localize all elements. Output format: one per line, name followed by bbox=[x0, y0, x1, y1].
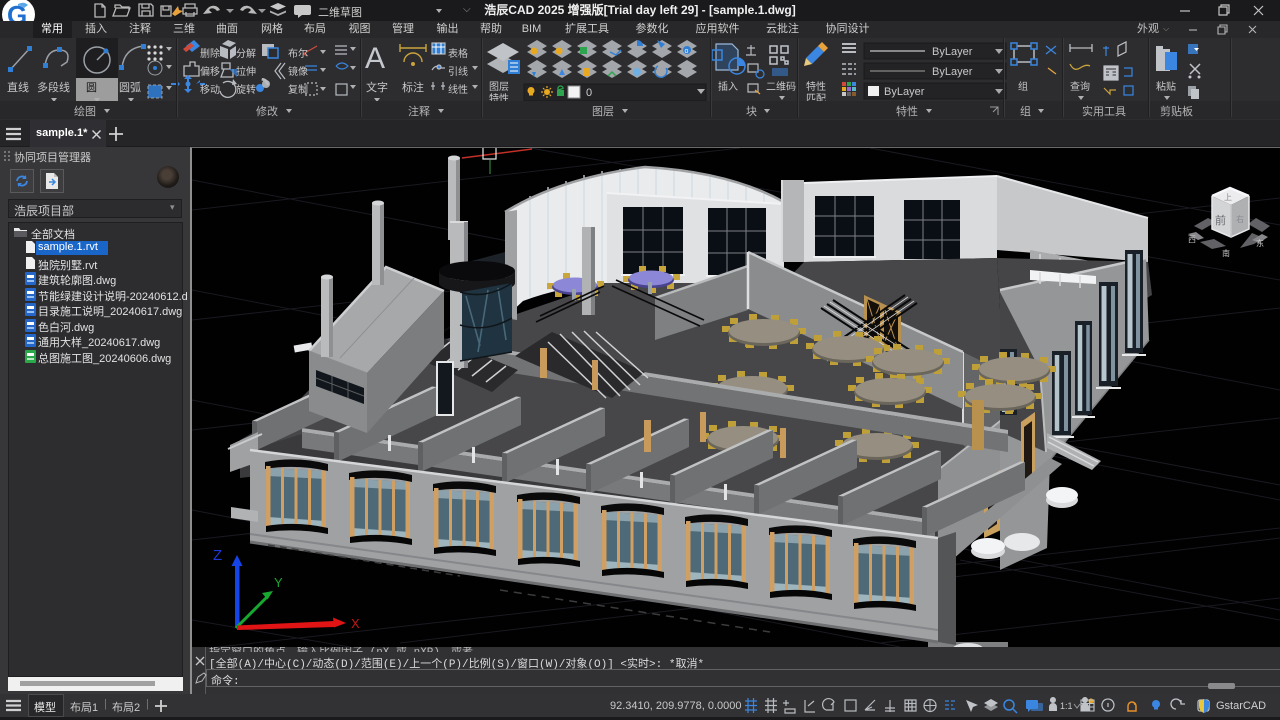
svg-text:o: o bbox=[685, 48, 689, 55]
svg-text:X: X bbox=[351, 616, 360, 631]
svg-text:东: 东 bbox=[1256, 238, 1264, 248]
svg-text:ByLayer: ByLayer bbox=[932, 46, 973, 58]
svg-text:Z: Z bbox=[213, 547, 222, 564]
svg-text:ByLayer: ByLayer bbox=[884, 86, 925, 98]
svg-text:0: 0 bbox=[586, 87, 592, 99]
svg-text:西: 西 bbox=[1188, 235, 1196, 244]
svg-text:ByLayer: ByLayer bbox=[932, 66, 973, 78]
svg-text:Y: Y bbox=[274, 575, 283, 590]
svg-text:南: 南 bbox=[1222, 248, 1230, 258]
svg-text:1:1: 1:1 bbox=[1060, 701, 1073, 711]
svg-text:A: A bbox=[365, 42, 385, 75]
svg-text:上: 上 bbox=[1224, 193, 1232, 202]
svg-text:前: 前 bbox=[1215, 213, 1226, 227]
svg-text:右: 右 bbox=[1236, 214, 1244, 224]
